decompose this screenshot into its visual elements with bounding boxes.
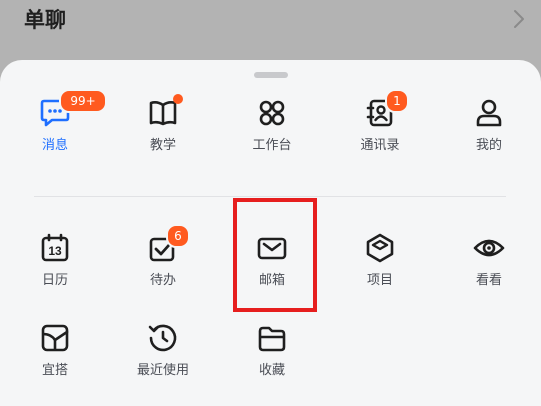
nav-label-messages: 消息: [41, 138, 68, 153]
nav-label-me: 我的: [475, 138, 502, 153]
nav-item-teaching[interactable]: 教学: [113, 94, 213, 161]
app-switcher-sheet: 99+ 消息 教学 工作台 1 通讯录 我的 13 日历 6 待办 邮箱 项目 …: [0, 60, 541, 406]
nav-item-workbench[interactable]: 工作台: [222, 97, 322, 161]
drag-handle[interactable]: [254, 72, 288, 78]
folder-icon: [258, 326, 286, 352]
app-item-todo[interactable]: 6 待办: [113, 224, 213, 296]
app-item-recent[interactable]: 最近使用: [113, 322, 213, 386]
section-divider: [34, 196, 506, 197]
nav-item-contacts[interactable]: 1 通讯录: [330, 89, 430, 161]
app-item-favorites[interactable]: 收藏: [222, 322, 322, 386]
teaching-dot: [173, 94, 183, 104]
history-icon: [148, 324, 177, 352]
nav-label-workbench: 工作台: [252, 138, 292, 153]
messages-badge: 99+: [59, 89, 107, 113]
app-item-project[interactable]: 项目: [330, 232, 430, 296]
contacts-badge: 1: [385, 89, 409, 113]
nav-item-messages[interactable]: 99+ 消息: [5, 89, 107, 161]
top-bar: 单聊: [0, 0, 541, 58]
highlight-box: [233, 198, 317, 312]
workbench-icon: [259, 100, 285, 126]
eye-icon: [473, 239, 505, 257]
app-label-calendar: 日历: [41, 273, 68, 288]
app-item-calendar[interactable]: 13 日历: [5, 232, 105, 296]
chat-title: 单聊: [24, 8, 66, 32]
nav-label-teaching: 教学: [149, 138, 176, 153]
app-label-look: 看看: [475, 273, 502, 288]
nav-label-contacts: 通讯录: [360, 138, 400, 153]
app-label-project: 项目: [366, 273, 393, 288]
app-label-todo: 待办: [149, 273, 176, 288]
calendar-date: 13: [48, 244, 62, 258]
app-item-look[interactable]: 看看: [439, 232, 539, 296]
yida-icon: [41, 324, 69, 352]
nav-item-me[interactable]: 我的: [439, 97, 539, 161]
calendar-icon: 13: [41, 233, 69, 262]
profile-icon: [476, 99, 502, 127]
chevron-right-icon[interactable]: [513, 9, 525, 29]
app-item-yida[interactable]: 宜搭: [5, 322, 105, 386]
app-label-favorites: 收藏: [258, 363, 285, 378]
project-icon: [366, 233, 394, 263]
todo-badge: 6: [166, 224, 190, 248]
app-label-recent: 最近使用: [136, 363, 189, 378]
app-label-yida: 宜搭: [41, 363, 68, 378]
